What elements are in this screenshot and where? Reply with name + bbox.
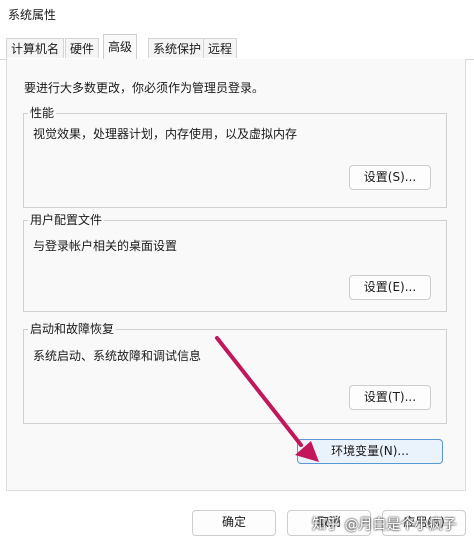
tab-remote[interactable]: 远程 <box>203 38 238 58</box>
admin-note: 要进行大多数更改，你必须作为管理员登录。 <box>24 81 265 95</box>
window-title: 系统属性 <box>8 8 57 22</box>
performance-label: 性能 <box>28 105 57 121</box>
tab-computer-name[interactable]: 计算机名 <box>6 38 65 58</box>
performance-description: 视觉效果，处理器计划，内存使用，以及虚拟内存 <box>33 127 298 141</box>
startup-recovery-label: 启动和故障恢复 <box>28 321 117 337</box>
tab-hardware[interactable]: 硬件 <box>65 38 100 58</box>
user-profiles-label: 用户配置文件 <box>28 212 105 228</box>
user-profiles-description: 与登录帐户相关的桌面设置 <box>33 239 178 253</box>
environment-variables-button[interactable]: 环境变量(N)... <box>297 439 443 464</box>
performance-settings-button[interactable]: 设置(S)... <box>349 165 431 190</box>
startup-recovery-group: 启动和故障恢复 系统启动、系统故障和调试信息 设置(T)... <box>23 321 447 424</box>
startup-recovery-description: 系统启动、系统故障和调试信息 <box>33 349 202 363</box>
tab-advanced[interactable]: 高级 <box>103 34 138 60</box>
user-profiles-group: 用户配置文件 与登录帐户相关的桌面设置 设置(E)... <box>23 212 447 312</box>
watermark: 知乎 @月白是个小疯子 <box>312 517 457 533</box>
startup-recovery-settings-button[interactable]: 设置(T)... <box>349 385 431 410</box>
performance-group: 性能 视觉效果，处理器计划，内存使用，以及虚拟内存 设置(S)... <box>23 105 447 208</box>
title-bar: 系统属性 <box>0 0 474 30</box>
tab-system-protection[interactable]: 系统保护 <box>148 38 207 58</box>
user-profiles-settings-button[interactable]: 设置(E)... <box>349 275 431 300</box>
ok-button[interactable]: 确定 <box>192 510 276 536</box>
tab-strip: 计算机名 硬件 高级 系统保护 远程 <box>0 34 474 60</box>
